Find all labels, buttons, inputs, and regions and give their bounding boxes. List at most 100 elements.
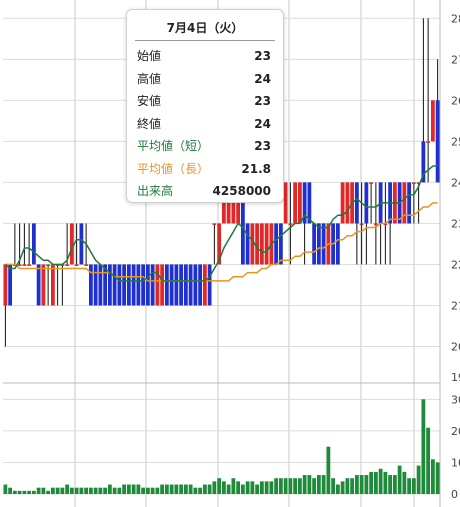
price-tick-label: 23 [451,217,460,230]
volume-tick-label: 20 [451,425,460,438]
candle-body [278,223,283,265]
candle-body [312,223,317,265]
volume-bar [207,484,212,494]
tooltip-value: 23 [254,139,271,153]
candle-body [212,223,217,225]
volume-bar [369,471,374,494]
price-tick-label: 27 [451,53,460,66]
volume-bar [50,487,55,494]
candle-body [373,223,378,225]
candle-body [17,264,22,266]
tooltip-value: 4258000 [212,184,271,198]
candle-body [188,264,193,306]
candle-body [245,223,250,265]
volume-bar [88,487,93,494]
volume-bar [103,487,108,494]
candle-body [69,223,74,265]
price-tick-label: 28 [451,12,460,25]
candle-body [141,264,146,306]
volume-bar [293,478,298,494]
candle-body [36,264,41,306]
volume-bar [41,487,46,494]
volume-bar [345,478,350,494]
candle-body [79,223,84,265]
volume-bar [36,487,41,494]
volume-bar [335,484,340,494]
volume-bar [340,481,345,494]
tooltip-row-open: 始値 23 [127,45,283,68]
candle-body [288,223,293,225]
volume-bar [22,490,27,494]
volume-bar [12,490,17,494]
volume-bar [150,487,155,494]
volume-bar [226,484,231,494]
candle-body [430,100,435,142]
volume-bar [84,487,89,494]
candle-body [207,264,212,306]
candle-body [411,182,416,184]
volume-bar [364,475,369,494]
candle-body [164,264,169,306]
volume-bar [269,481,274,494]
volume-bar [188,484,193,494]
tooltip-label: 高値 [137,71,162,86]
tooltip-row-close: 終値 24 [127,113,283,136]
volume-bar [259,481,264,494]
volume-bar [160,484,165,494]
tooltip-value: 23 [254,49,271,63]
volume-bar [402,471,407,494]
volume-bar [107,484,112,494]
volume-bar [378,468,383,494]
candle-body [136,264,141,306]
price-tick-label: 19 [451,371,460,384]
volume-bar [8,487,13,494]
candle-body [169,264,174,306]
candle-body [22,264,27,266]
volume-bar [430,459,435,494]
volume-bar [316,475,321,494]
volume-bar [169,484,174,494]
volume-bar [354,475,359,494]
volume-bar [126,484,131,494]
candle-body [283,182,288,224]
tooltip-value: 23 [254,94,271,108]
candle-body [335,223,340,265]
volume-bar [388,475,393,494]
candle-body [179,264,184,306]
volume-bar [373,471,378,494]
tooltip-label: 出来高 [137,184,174,198]
tooltip-value: 24 [254,71,271,86]
tooltip-row-ma-long: 平均値（長） 21.8 [127,158,283,181]
volume-bar [27,490,32,494]
price-tick-label: 24 [451,176,460,189]
candle-body [65,264,70,266]
candle-body [255,223,260,265]
volume-bar [221,481,226,494]
candle-body [160,264,165,306]
volume-bar [326,446,331,494]
candle-body [183,264,188,306]
candle-body [407,182,412,224]
volume-bar [426,427,431,494]
price-tick-label: 25 [451,135,460,148]
candle-body [8,264,13,306]
candle-body [340,182,345,224]
volume-bar [31,490,36,494]
tooltip-row-ma-short: 平均値（短） 23 [127,135,283,158]
candle-body [364,182,369,224]
volume-bar [79,487,84,494]
candle-body [321,223,326,265]
volume-bar [274,478,279,494]
candle-body [202,264,207,306]
candle-body [46,264,51,266]
candle-body [435,100,440,183]
volume-bar [98,487,103,494]
volume-bar [421,399,426,494]
volume-bar [122,484,127,494]
volume-bar [217,478,222,494]
volume-bar [55,487,60,494]
volume-bar [202,484,207,494]
volume-bar [350,478,355,494]
volume-bar [74,487,79,494]
volume-bar [65,484,70,494]
